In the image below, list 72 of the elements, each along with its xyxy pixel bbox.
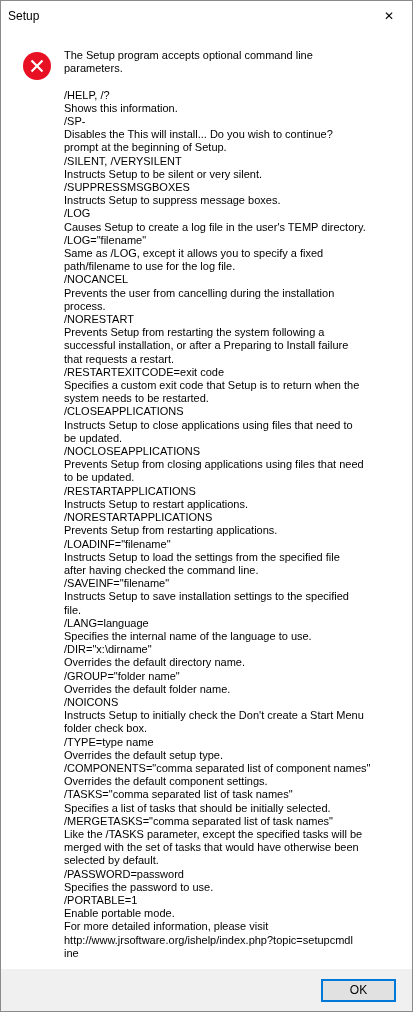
message-text: Specifies a list of tasks that should be initially selected.	[64, 801, 332, 815]
message-text: /SP-	[64, 115, 87, 129]
message-text: http://www.jrsoftware.org/ishelp/index.php?topic=setupcmdl	[64, 933, 354, 947]
message-text: Overrides the default component settings.	[64, 775, 269, 789]
message-text: For more detailed information, please visit	[64, 920, 270, 934]
message-text: Instructs Setup to load the settings from the specified file	[64, 550, 341, 564]
message-text: Instructs Setup to initially check the Don't create a Start Menu	[64, 709, 365, 723]
message-text: process.	[64, 299, 107, 314]
message-text: Same as /LOG, except it allows you to specify a fixed	[64, 247, 325, 261]
close-button[interactable]: ✕	[366, 1, 412, 30]
message-text: Like the /TASKS parameter, except the specified tasks will be	[64, 827, 364, 842]
message-text: successful installation, or after a Preparing to Install failure	[64, 339, 350, 353]
message-text: The Setup program accepts optional command line	[64, 49, 314, 63]
message-text: ine	[64, 946, 80, 960]
message-text: Instructs Setup to restart applications.	[64, 497, 250, 512]
message-text: /DIR="x:\dirname"	[64, 643, 153, 657]
error-icon	[22, 51, 52, 81]
message-text: /NOCLOSEAPPLICATIONS	[64, 445, 202, 459]
message-text: Prevents Setup from restarting the system following a	[64, 326, 326, 340]
message-text: Shows this information.	[64, 101, 179, 115]
message-text: /SILENT, /VERYSILENT	[64, 154, 183, 168]
message-text: Causes Setup to create a log file in the user's TEMP directory.	[64, 220, 367, 234]
message-text: Instructs Setup to save installation settings to the specified	[64, 590, 350, 604]
message-text: /RESTARTEXITCODE=exit code	[64, 365, 226, 380]
message-text: /GROUP="folder name"	[64, 669, 181, 683]
message-text: Prevents the user from cancelling during the installation	[64, 286, 336, 300]
message-text: /LANG=language	[64, 616, 150, 630]
message-text: Overrides the default setup type.	[64, 748, 224, 762]
message-text: /RESTARTAPPLICATIONS	[64, 484, 197, 498]
message-text: Overrides the default folder name.	[64, 682, 232, 696]
message-text: Disables the This will install... Do you wish to continue?	[64, 128, 334, 142]
message-text: merged with the set of tasks that would have otherwise been	[64, 841, 360, 855]
message-text: /NOICONS	[64, 695, 120, 710]
message-text: selected by default.	[64, 854, 160, 868]
message-text: that requests a restart.	[64, 352, 176, 366]
message-text: Instructs Setup to suppress message boxes.	[64, 194, 282, 208]
message-text: Instructs Setup to close applications using files that need to	[64, 418, 354, 432]
message-text: /COMPONENTS="comma separated list of component names"	[64, 761, 371, 776]
message-text: /LOADINF="filename"	[64, 537, 172, 551]
message-text: after having checked the command line.	[64, 563, 260, 578]
message-text: /SAVEINF="filename"	[64, 577, 171, 591]
message-text: /LOG	[64, 207, 92, 221]
message-text: /CLOSEAPPLICATIONS	[64, 405, 185, 419]
message-text: Specifies the internal name of the language to use.	[64, 629, 313, 644]
message-text: /TASKS="comma separated list of task names"	[64, 788, 294, 802]
message-text: /LOG="filename"	[64, 233, 148, 248]
message-text: file.	[64, 603, 83, 617]
message-text: folder check box.	[64, 722, 149, 736]
message-text: path/filename to use for the log file.	[64, 260, 237, 274]
ok-button[interactable]: OK	[321, 978, 396, 1002]
message-text: /MERGETASKS="comma separated list of task names"	[64, 814, 334, 828]
message-text: Overrides the default directory name.	[64, 656, 246, 670]
message-text: parameters.	[64, 62, 124, 76]
message-text: Specifies a custom exit code that Setup is to return when the	[64, 379, 361, 393]
message-text: to be updated.	[64, 471, 136, 485]
message-text: Prevents Setup from closing applications using files that need	[64, 458, 365, 472]
message-text: /NORESTARTAPPLICATIONS	[64, 511, 214, 525]
message-text: /HELP, /?	[64, 88, 111, 102]
message-text: /SUPPRESSMSGBOXES	[64, 181, 191, 195]
message-text: /PORTABLE=1	[64, 894, 139, 908]
message-text: be updated.	[64, 431, 124, 446]
message-text: /PASSWORD=password	[64, 867, 185, 881]
message-text: Specifies the password to use.	[64, 880, 215, 894]
message-text: prompt at the beginning of Setup.	[64, 141, 228, 155]
window-title: Setup	[8, 8, 40, 23]
message-text: Instructs Setup to be silent or very silent.	[64, 167, 264, 181]
message-text: system needs to be restarted.	[64, 392, 210, 406]
message-text: Enable portable mode.	[64, 907, 176, 921]
message-text: /NORESTART	[64, 313, 135, 327]
message-text: /NOCANCEL	[64, 273, 130, 287]
message-text: /TYPE=type name	[64, 735, 155, 749]
message-text: Prevents Setup from restarting applications.	[64, 524, 279, 538]
